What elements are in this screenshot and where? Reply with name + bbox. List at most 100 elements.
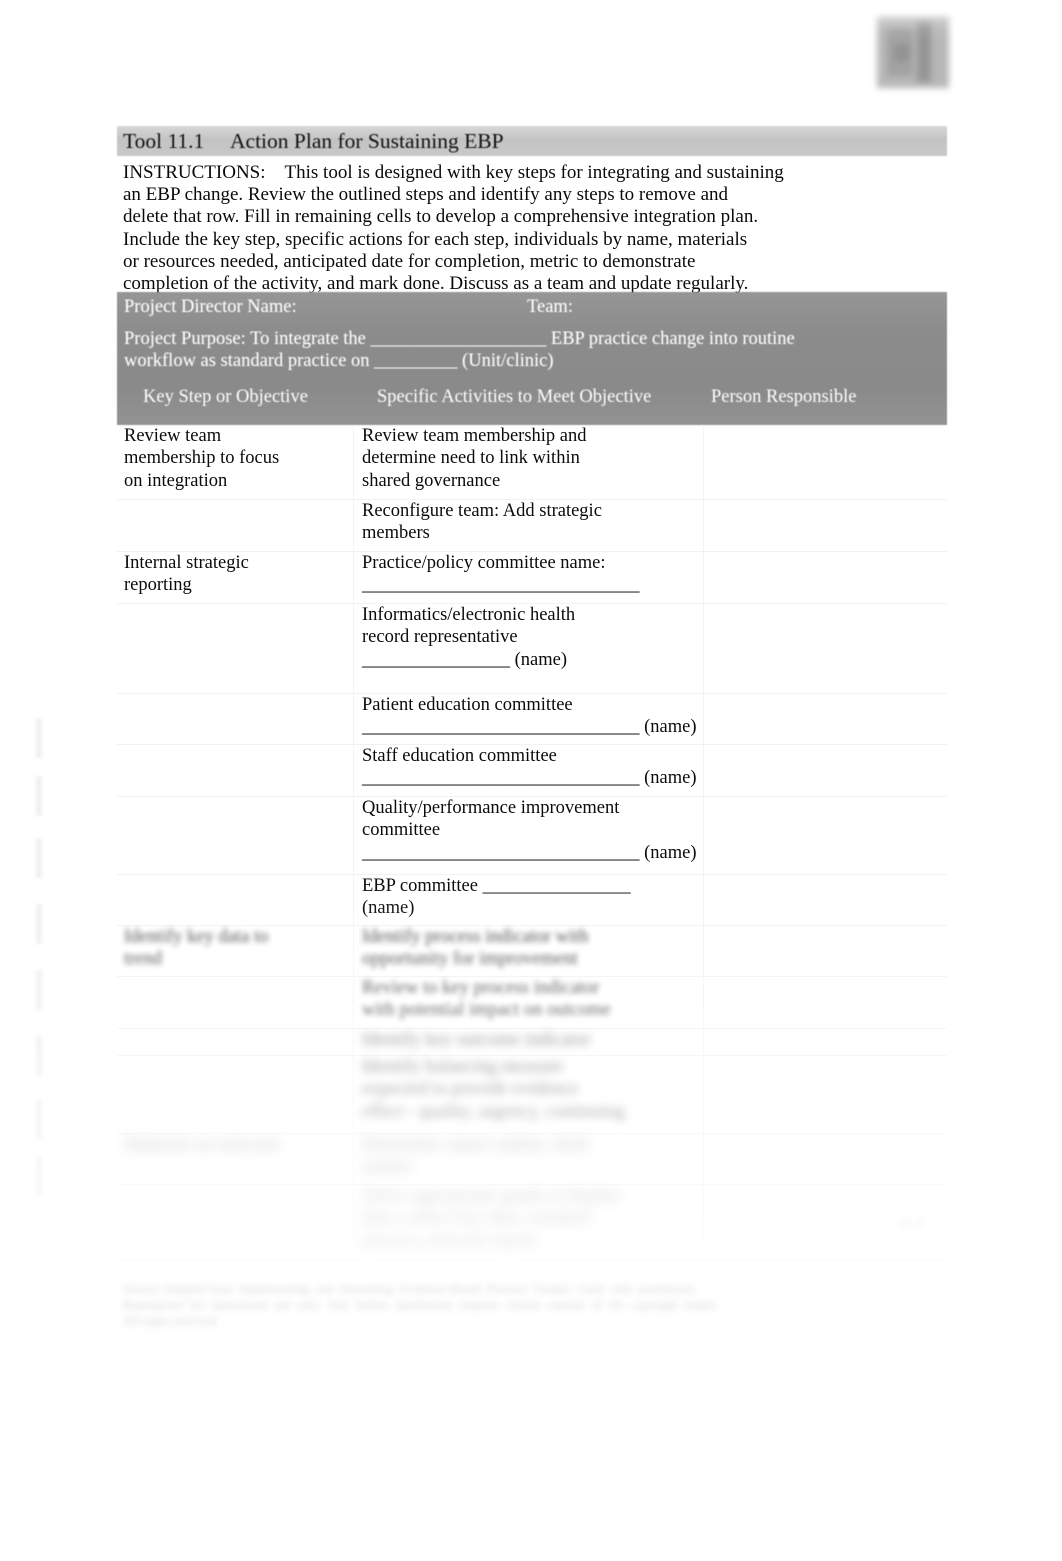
cell-line: Informatics/electronic health bbox=[362, 605, 576, 625]
cell-line: effect - quality, urgency, continuing bbox=[362, 1101, 626, 1122]
table-row: Internal strategic reporting Practice/poli… bbox=[117, 552, 947, 604]
tool-title-bar: Tool 11.1 Action Plan for Sustaining EBP bbox=[117, 126, 947, 156]
activities-cell[interactable]: Review to key process indicator with pote… bbox=[362, 977, 698, 1022]
table-row: Select appropriate graph or display data,… bbox=[117, 1185, 947, 1260]
cell-line: Quality/performance improvement bbox=[362, 798, 620, 818]
cell-line: Review to key process indicator bbox=[362, 978, 600, 998]
activities-cell[interactable]: Identify balancing measure expected to pr… bbox=[362, 1056, 698, 1123]
key-step-cell[interactable]: Review team membership to focus on integra… bbox=[124, 425, 348, 492]
activities-cell[interactable]: Practice/policy committee name: _________… bbox=[362, 552, 698, 597]
activities-cell[interactable]: Quality/performance improvement committee… bbox=[362, 797, 698, 864]
cell-line: Identify key outcome indicator bbox=[362, 1030, 591, 1050]
activities-cell[interactable]: Select appropriate graph or display data,… bbox=[362, 1185, 698, 1252]
activities-cell[interactable]: EBP committee ________________ (name) bbox=[362, 875, 698, 920]
cell-line: ______________________________ (name) bbox=[362, 768, 697, 789]
cell-line: ______________________________ bbox=[362, 575, 640, 596]
table-row: EBP committee ________________ (name) bbox=[117, 875, 947, 926]
margin-mark bbox=[36, 1036, 42, 1076]
margin-mark bbox=[36, 970, 42, 1010]
instructions-block: INSTRUCTIONS: This tool is designed with… bbox=[123, 162, 843, 295]
cell-line: with potential impact on outcome bbox=[362, 1000, 611, 1021]
cell-line: record representative bbox=[362, 627, 518, 648]
footer-line: Source: Adapted from Implementing and Su… bbox=[123, 1282, 697, 1296]
action-plan-table: Review team membership to focus on integra… bbox=[117, 425, 947, 1260]
margin-mark bbox=[36, 1100, 42, 1140]
instructions-line: or resources needed, anticipated date fo… bbox=[123, 250, 696, 272]
institution-logo-icon bbox=[873, 12, 953, 92]
cell-line: data, collect key data, standard bbox=[362, 1208, 591, 1229]
cell-line: members bbox=[362, 523, 430, 544]
cell-line: on integration bbox=[124, 470, 228, 491]
page-title: Tool 11.1 Action Plan for Sustaining EBP bbox=[123, 129, 504, 153]
margin-mark bbox=[36, 904, 42, 944]
cell-line: Patient education committee bbox=[362, 695, 573, 715]
cell-line: ______________________________ (name) bbox=[362, 842, 697, 863]
activities-cell[interactable]: Review team membership and determine need… bbox=[362, 425, 698, 492]
key-step-cell[interactable]: Identify key data to trend bbox=[124, 926, 348, 971]
footer-note: Source: Adapted from Implementing and Su… bbox=[123, 1281, 951, 1329]
activities-cell[interactable]: Identify key outcome indicator bbox=[362, 1029, 698, 1051]
cell-line: Staff education committee bbox=[362, 746, 557, 766]
cell-line: membership to focus bbox=[124, 448, 280, 469]
cell-line: determine need to link within bbox=[362, 448, 580, 469]
cell-line: ______________________________ (name) bbox=[362, 717, 697, 738]
instructions-line: delete that row. Fill in remaining cells… bbox=[123, 206, 759, 228]
cell-line: Identify balancing measure bbox=[362, 1057, 564, 1077]
table-row: Identify key outcome indicator bbox=[117, 1029, 947, 1056]
cell-line: Determine report outline, draft bbox=[362, 1135, 590, 1155]
instructions-line: INSTRUCTIONS: This tool is designed with… bbox=[123, 162, 784, 183]
activities-cell[interactable]: Determine report outline, draft outline bbox=[362, 1134, 698, 1179]
project-purpose-line-1: Project Purpose: To integrate the ______… bbox=[124, 329, 795, 349]
table-row: Review team membership to focus on integra… bbox=[117, 425, 947, 500]
activities-cell[interactable]: Patient education committee _____________… bbox=[362, 694, 698, 739]
table-row: Patient education committee _____________… bbox=[117, 694, 947, 745]
margin-mark bbox=[36, 838, 42, 878]
project-director-label: Project Director Name: bbox=[124, 297, 297, 317]
table-row: Reconfigure team: Add strategic members bbox=[117, 500, 947, 552]
instructions-line: Include the key step, specific actions f… bbox=[123, 228, 748, 250]
cell-line: Select appropriate graph or display bbox=[362, 1186, 621, 1206]
key-step-cell[interactable]: Maintain an outcome bbox=[124, 1134, 348, 1156]
cell-line: committee bbox=[362, 820, 441, 841]
cell-line: Identify process indicator with bbox=[362, 927, 589, 947]
table-row: Staff education committee _______________… bbox=[117, 745, 947, 797]
table-row: Quality/performance improvement committee… bbox=[117, 797, 947, 875]
cell-line: Reconfigure team: Add strategic bbox=[362, 501, 602, 521]
scan-edge-marks bbox=[36, 718, 46, 1196]
page-number: 11-1 bbox=[898, 1216, 924, 1231]
cell-line: (name) bbox=[362, 898, 415, 919]
table-row: Maintain an outcome Determine report outl… bbox=[117, 1134, 947, 1185]
activities-cell[interactable]: Staff education committee _______________… bbox=[362, 745, 698, 790]
project-purpose-line-2: workflow as standard practice on _______… bbox=[124, 351, 554, 371]
cell-line: expected to provide evidence bbox=[362, 1079, 579, 1100]
cell-line: EBP committee ________________ bbox=[362, 876, 631, 896]
cell-line: shared governance bbox=[362, 470, 501, 491]
cell-line: process, relevant report bbox=[362, 1230, 536, 1251]
cell-line: trend bbox=[124, 949, 163, 970]
table-row: Informatics/electronic health record repr… bbox=[117, 604, 947, 694]
cell-line: opportunity for improvement bbox=[362, 949, 578, 970]
activities-cell[interactable]: Identify process indicator with opportuni… bbox=[362, 926, 698, 971]
cell-line: Practice/policy committee name: bbox=[362, 553, 606, 573]
cell-line: Identify key data to bbox=[124, 927, 269, 947]
form-header-block: Project Director Name: Team: Project Pur… bbox=[117, 292, 947, 425]
activities-cell[interactable]: Informatics/electronic health record repr… bbox=[362, 604, 698, 671]
table-row: Identify balancing measure expected to pr… bbox=[117, 1056, 947, 1134]
key-step-cell[interactable]: Internal strategic reporting bbox=[124, 552, 348, 597]
team-label: Team: bbox=[527, 297, 573, 317]
table-row: Review to key process indicator with pote… bbox=[117, 977, 947, 1029]
footer-line: Reproduced for educational use only. Any… bbox=[123, 1298, 719, 1312]
table-row: Identify key data to trend Identify proces… bbox=[117, 926, 947, 977]
cell-line: Maintain an outcome bbox=[124, 1135, 282, 1155]
cell-line: ________________ (name) bbox=[362, 649, 568, 670]
cell-line: Review team bbox=[124, 426, 222, 446]
activities-cell[interactable]: Reconfigure team: Add strategic members bbox=[362, 500, 698, 545]
column-header-activities: Specific Activities to Meet Objective bbox=[377, 387, 652, 407]
margin-mark bbox=[36, 718, 42, 758]
instructions-line: an EBP change. Review the outlined steps… bbox=[123, 184, 729, 206]
cell-line: reporting bbox=[124, 575, 192, 596]
margin-mark bbox=[36, 776, 42, 816]
column-header-key-step: Key Step or Objective bbox=[143, 387, 308, 407]
cell-line: Internal strategic bbox=[124, 553, 249, 573]
cell-line: outline bbox=[362, 1157, 414, 1178]
